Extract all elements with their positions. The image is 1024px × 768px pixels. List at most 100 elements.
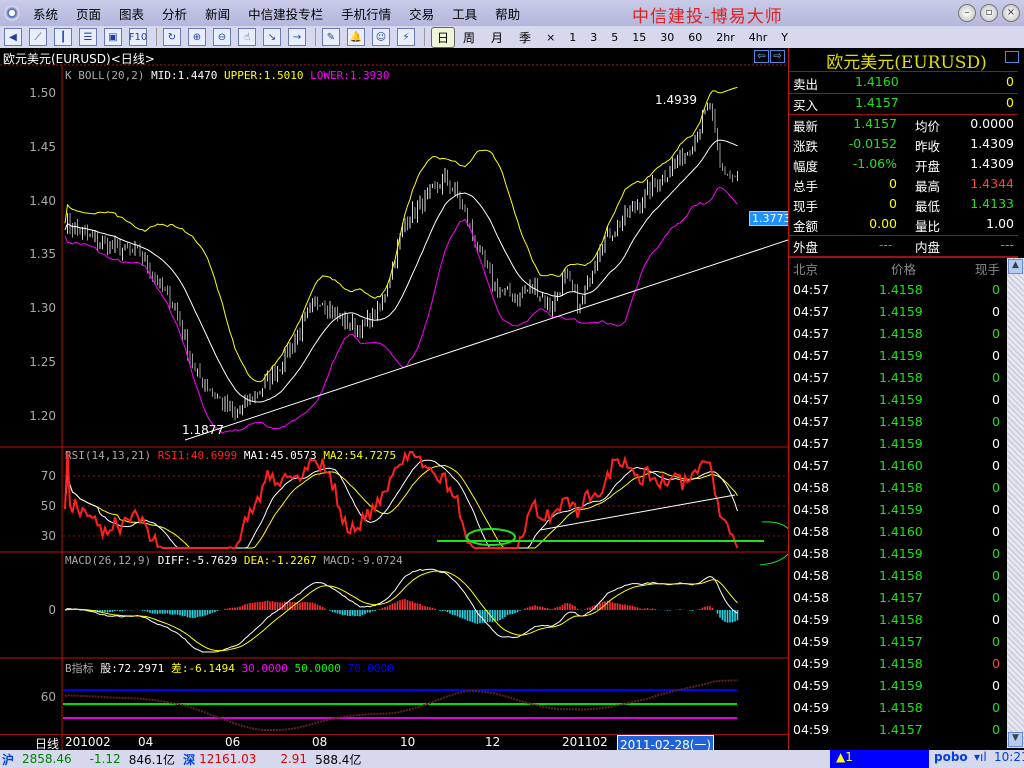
sh-change: -1.12 [89, 752, 121, 766]
buy-volume: 0 [1006, 95, 1014, 110]
quote-label: 现手 [793, 199, 819, 214]
quote-value: -1.06% [852, 156, 897, 171]
buy-price: 1.4157 [855, 95, 899, 110]
ticks-header: 北京 价格 现手 [789, 259, 1024, 279]
outer-label: 外盘 [793, 240, 819, 255]
quote-row: 总手 0 最高 1.4344 [789, 176, 1024, 196]
tick-volume: 0 [992, 634, 1000, 649]
quote-label: 最新 [793, 119, 819, 134]
tick-time: 04:57 [793, 348, 830, 363]
close-button[interactable]: × [1002, 4, 1020, 22]
price-axis-label: 1.25 [29, 355, 56, 369]
maximize-panel-button[interactable] [1005, 51, 1019, 63]
tick-time: 04:59 [793, 678, 830, 693]
scroll-down-icon[interactable]: ▼ [1008, 732, 1023, 747]
price-axis-label: 1.35 [29, 247, 56, 262]
tick-row: 04:58 1.4158 0 [789, 568, 1024, 588]
boll-lower-line [64, 186, 738, 434]
tick-volume: 0 [992, 392, 1000, 407]
tick-time: 04:59 [793, 722, 830, 737]
restore-button[interactable]: ▫ [980, 4, 998, 22]
tick-price: 1.4160 [879, 458, 923, 473]
tick-time: 04:58 [793, 546, 830, 561]
b-line [64, 679, 738, 731]
quote-row: 金额 0.00 量比 1.00 [789, 216, 1024, 236]
price-axis-label: 1.30 [29, 301, 56, 316]
tick-row: 04:57 1.4158 0 [789, 326, 1024, 346]
sh-index[interactable]: 2858.46 [22, 752, 72, 766]
tick-time: 04:59 [793, 612, 830, 627]
quote-label: 最高 [915, 179, 941, 194]
price-axis-label: 1.20 [29, 408, 56, 423]
tick-row: 04:58 1.4159 0 [789, 502, 1024, 522]
quote-label: 总手 [793, 179, 819, 194]
tick-time: 04:57 [793, 414, 830, 429]
ticks-scrollbar[interactable]: ▲ ▼ [1007, 258, 1024, 748]
macd-dea-line [64, 570, 738, 652]
inner-label: 内盘 [915, 240, 941, 255]
tick-row: 04:57 1.4158 0 [789, 282, 1024, 302]
tick-volume: 0 [992, 326, 1000, 341]
tick-row: 04:58 1.4160 0 [789, 524, 1024, 544]
tick-price: 1.4158 [879, 568, 923, 583]
macd-axis-label: 0 [48, 603, 56, 617]
x-tick-label: 12 [485, 735, 501, 749]
x-axis: 日线 201002 04 06 08 10 12 201102 2011-02-28(一) [0, 734, 788, 754]
scroll-up-icon[interactable]: ▲ [1008, 259, 1023, 274]
quote-value: 0.00 [869, 216, 897, 231]
alert-badge[interactable]: ▲1 [830, 750, 929, 768]
tick-row: 04:59 1.4158 0 [789, 612, 1024, 632]
quote-title: 欧元美元(EURUSD) [826, 53, 987, 73]
b-axis-label: 60 [40, 690, 56, 704]
clock: 10:21 [994, 750, 1024, 764]
tick-price: 1.4159 [879, 502, 923, 517]
tick-volume: 0 [992, 282, 1000, 297]
sz-amount: 588.4亿 [315, 752, 362, 767]
quote-row: 幅度 -1.06% 开盘 1.4309 [789, 156, 1024, 176]
quote-row: 最新 1.4157 均价 0.0000 [789, 116, 1024, 136]
sh-label: 沪 [2, 752, 15, 767]
sz-label: 深 [183, 752, 196, 767]
tick-volume: 0 [992, 678, 1000, 693]
tick-volume: 0 [992, 656, 1000, 671]
tick-time: 04:59 [793, 656, 830, 671]
sell-price: 1.4160 [855, 74, 899, 89]
tick-price: 1.4159 [879, 304, 923, 319]
tick-price: 1.4157 [879, 590, 923, 605]
quote-value: 1.00 [986, 216, 1014, 231]
sell-volume: 0 [1006, 74, 1014, 89]
tick-time: 04:58 [793, 480, 830, 495]
tick-row: 04:57 1.4159 0 [789, 348, 1024, 368]
tick-row: 04:59 1.4157 0 [789, 634, 1024, 654]
minimize-button[interactable]: – [958, 4, 976, 22]
panel-divider [788, 48, 789, 750]
col-volume: 现手 [975, 262, 1001, 277]
tick-volume: 0 [992, 304, 1000, 319]
quote-label: 最低 [915, 199, 941, 214]
rsi-axis-label: 30 [40, 529, 56, 543]
tick-price: 1.4159 [879, 348, 923, 363]
sz-change: 2.91 [280, 752, 308, 766]
tick-volume: 0 [992, 568, 1000, 583]
tick-row: 04:59 1.4158 0 [789, 656, 1024, 676]
highlight-bracket [759, 521, 788, 566]
tick-volume: 0 [992, 722, 1000, 737]
tick-price: 1.4157 [879, 634, 923, 649]
quote-panel: 欧元美元(EURUSD) 卖出 1.4160 0 买入 1.4157 0 最新 1… [789, 48, 1024, 750]
x-tick-label: 08 [312, 735, 328, 749]
quote-label: 幅度 [793, 159, 819, 174]
outer-inner-row: 外盘 --- 内盘 --- [789, 237, 1024, 257]
quote-row: 现手 0 最低 1.4133 [789, 196, 1024, 216]
low-label: 1.1877 [182, 423, 224, 437]
tick-price: 1.4159 [879, 546, 923, 561]
tick-price: 1.4157 [879, 722, 923, 737]
col-time: 北京 [793, 262, 819, 277]
buy-label: 买入 [793, 98, 819, 113]
tick-price: 1.4159 [879, 678, 923, 693]
tick-row: 04:57 1.4158 0 [789, 414, 1024, 434]
tick-row: 04:57 1.4158 0 [789, 370, 1024, 390]
tick-row: 04:57 1.4159 0 [789, 392, 1024, 412]
sz-index[interactable]: 12161.03 [199, 752, 256, 766]
tick-time: 04:57 [793, 392, 830, 407]
kline-chart[interactable] [0, 0, 788, 750]
